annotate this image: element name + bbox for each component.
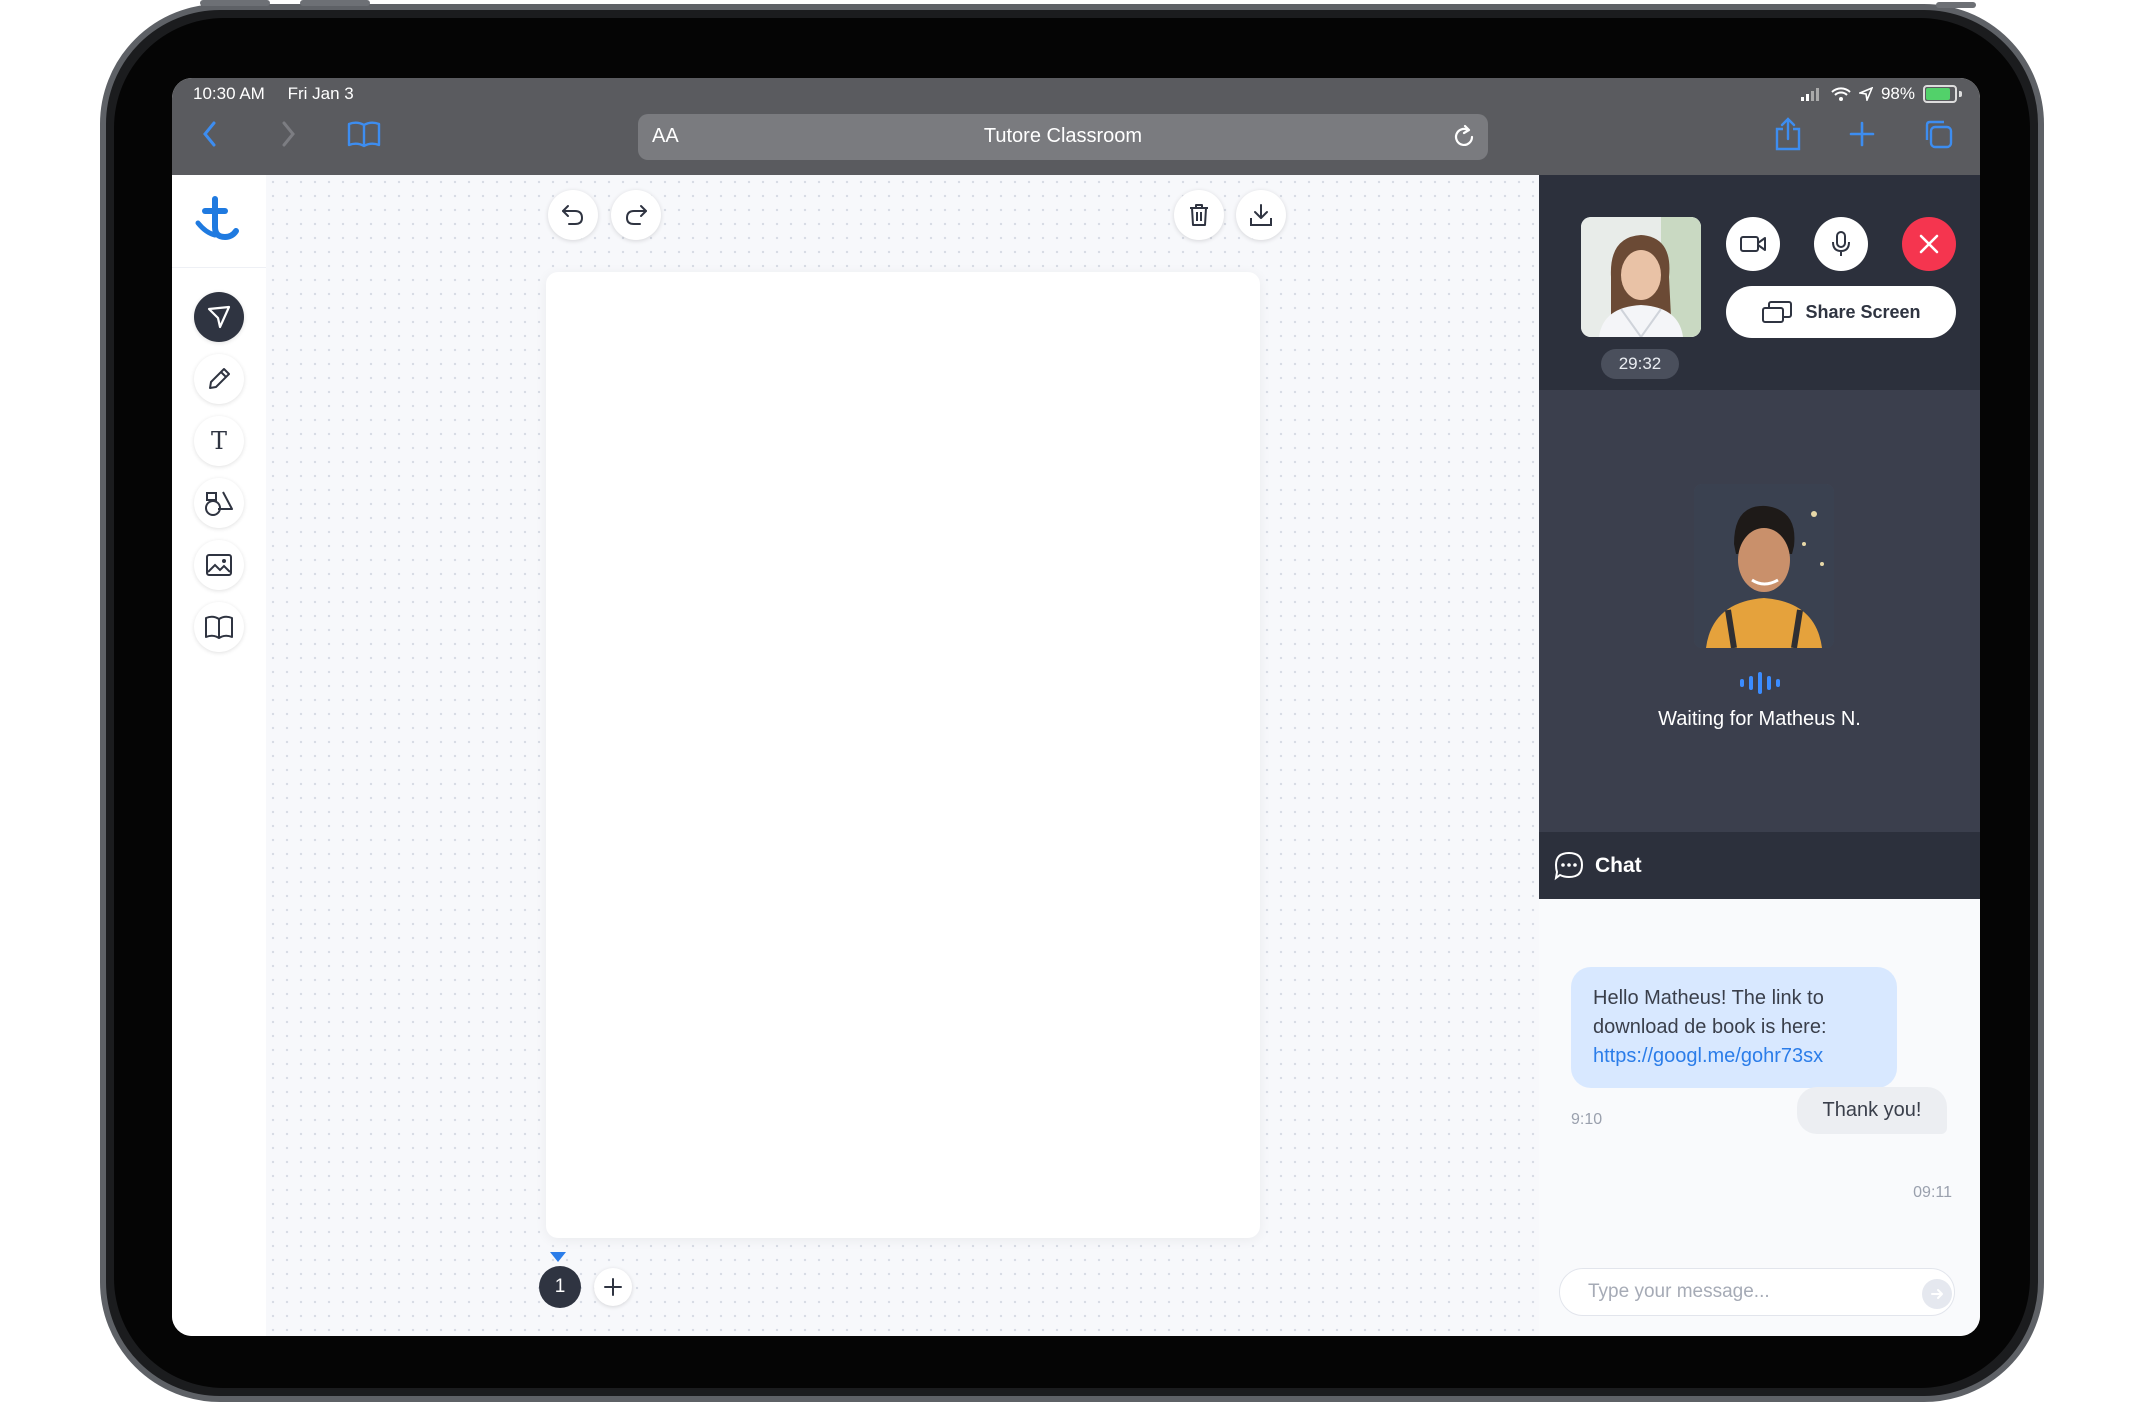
new-tab-icon[interactable] (1844, 116, 1880, 152)
pen-tool[interactable] (194, 354, 244, 404)
incoming-message-text: Hello Matheus! The link to download de b… (1593, 987, 1827, 1038)
redo-button[interactable] (611, 190, 661, 240)
pen-icon (209, 368, 230, 389)
tabs-icon[interactable] (1920, 116, 1956, 152)
self-video[interactable] (1581, 217, 1701, 337)
shapes-tool[interactable] (194, 478, 244, 528)
tool-rail: T (172, 175, 267, 1336)
text-icon: T (210, 427, 227, 455)
trash-icon (1190, 204, 1208, 226)
bookmarks-icon[interactable] (346, 116, 382, 152)
signal-icon (1800, 88, 1819, 101)
image-icon (206, 554, 232, 576)
book-icon (205, 615, 233, 639)
send-button[interactable] (1922, 1279, 1952, 1309)
call-controls-area: 29:32 Share Screen (1539, 175, 1980, 390)
battery-icon (1923, 85, 1957, 103)
text-tool[interactable]: T (194, 416, 244, 466)
plus-icon (604, 1278, 622, 1296)
device-power-button (300, 0, 370, 6)
message-link[interactable]: https://googl.me/gohr73sx (1593, 1045, 1823, 1067)
share-screen-button[interactable]: Share Screen (1726, 286, 1956, 338)
reload-icon[interactable] (1450, 123, 1478, 151)
chat-header[interactable]: Chat (1539, 832, 1980, 899)
status-time: 10:30 AM (193, 84, 265, 103)
microphone-button[interactable] (1814, 217, 1868, 271)
chat-bubble-icon (1554, 851, 1584, 881)
chat-title: Chat (1595, 854, 1642, 877)
redo-icon (625, 205, 647, 225)
image-tool[interactable] (194, 540, 244, 590)
video-camera-icon (1740, 236, 1766, 252)
back-icon[interactable] (192, 116, 228, 152)
status-left: 10:30 AM Fri Jan 3 (193, 84, 372, 104)
microphone-icon (1832, 231, 1850, 256)
camera-button[interactable] (1726, 217, 1780, 271)
url-bar[interactable]: AA Tutore Classroom (638, 114, 1488, 160)
incoming-message-time: 9:10 (1571, 1111, 1603, 1128)
rail-divider (172, 267, 266, 268)
audio-level-indicator (1740, 672, 1780, 694)
share-screen-label: Share Screen (1805, 301, 1921, 322)
browser-bar: 10:30 AM Fri Jan 3 98% AA Tutore Classro… (172, 78, 1980, 175)
forward-icon[interactable] (270, 116, 306, 152)
battery-percent: 98% (1880, 84, 1915, 103)
undo-button[interactable] (548, 190, 598, 240)
page-title: Tutore Classroom (983, 125, 1143, 147)
close-icon (1919, 234, 1939, 254)
whiteboard-canvas[interactable]: 1 (266, 175, 1712, 1336)
download-icon (1250, 204, 1272, 226)
remote-participant-video[interactable] (1694, 484, 1834, 648)
book-tool[interactable] (194, 602, 244, 652)
screen: 10:30 AM Fri Jan 3 98% AA Tutore Classro… (172, 78, 1980, 1336)
remote-avatar (1694, 484, 1834, 648)
shapes-icon (205, 491, 233, 516)
whiteboard-page[interactable] (546, 272, 1260, 1238)
tutore-logo-icon[interactable] (192, 193, 246, 247)
outgoing-message: Thank you! (1797, 1087, 1947, 1134)
page-number-button[interactable]: 1 (539, 1266, 581, 1308)
select-arrow-icon (207, 305, 231, 329)
download-button[interactable] (1236, 190, 1286, 240)
remote-video-area: Waiting for Matheus N. (1539, 390, 1980, 832)
current-page-marker (550, 1252, 566, 1262)
device-volume-button (200, 0, 270, 6)
call-timer: 29:32 (1601, 349, 1679, 379)
delete-button[interactable] (1174, 190, 1224, 240)
location-icon (1858, 87, 1873, 101)
share-icon[interactable] (1770, 116, 1806, 152)
status-right: 98% (1800, 84, 1962, 104)
send-arrow-icon (1931, 1289, 1943, 1299)
end-call-button[interactable] (1902, 217, 1956, 271)
self-avatar (1581, 217, 1701, 337)
battery-tip (1959, 91, 1962, 97)
right-panel: 29:32 Share Screen Waiting for Matheus N… (1539, 175, 1980, 1336)
status-date: Fri Jan 3 (287, 84, 354, 103)
undo-icon (562, 205, 584, 225)
incoming-message: Hello Matheus! The link to download de b… (1571, 967, 1897, 1088)
message-input[interactable]: Type your message... (1559, 1268, 1955, 1316)
device-top-button (1936, 2, 1976, 8)
add-page-button[interactable] (594, 1268, 632, 1306)
waiting-status: Waiting for Matheus N. (1658, 708, 1861, 730)
wifi-icon (1831, 87, 1851, 101)
select-tool[interactable] (194, 292, 244, 342)
outgoing-message-time: 09:11 (1913, 1184, 1952, 1201)
screen-share-icon (1762, 301, 1793, 323)
